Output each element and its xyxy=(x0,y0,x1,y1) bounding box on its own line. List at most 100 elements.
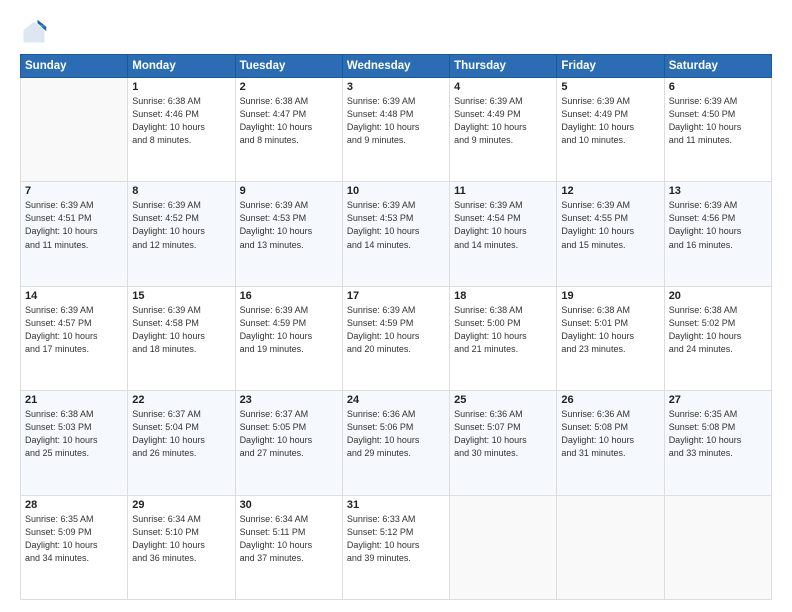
day-number: 2 xyxy=(240,81,338,93)
day-info: Sunrise: 6:35 AM Sunset: 5:08 PM Dayligh… xyxy=(669,408,767,460)
day-number: 12 xyxy=(561,185,659,197)
day-cell: 30Sunrise: 6:34 AM Sunset: 5:11 PM Dayli… xyxy=(235,495,342,599)
day-info: Sunrise: 6:39 AM Sunset: 4:49 PM Dayligh… xyxy=(454,95,552,147)
day-info: Sunrise: 6:38 AM Sunset: 5:00 PM Dayligh… xyxy=(454,304,552,356)
day-number: 4 xyxy=(454,81,552,93)
day-number: 28 xyxy=(25,499,123,511)
day-info: Sunrise: 6:39 AM Sunset: 4:50 PM Dayligh… xyxy=(669,95,767,147)
day-info: Sunrise: 6:38 AM Sunset: 4:46 PM Dayligh… xyxy=(132,95,230,147)
day-cell: 13Sunrise: 6:39 AM Sunset: 4:56 PM Dayli… xyxy=(664,182,771,286)
col-header-friday: Friday xyxy=(557,55,664,78)
calendar-table: SundayMondayTuesdayWednesdayThursdayFrid… xyxy=(20,54,772,600)
day-cell: 28 Sunrise: 6:35 AM Sunset: 5:09 PM Dayli… xyxy=(21,495,128,599)
day-info: Sunrise: 6:39 AM Sunset: 4:57 PM Dayligh… xyxy=(25,304,123,356)
day-info: Sunrise: 6:35 AM Sunset: 5:09 PM Dayligh… xyxy=(25,513,123,565)
day-cell: 3 Sunrise: 6:39 AM Sunset: 4:48 PM Daylig… xyxy=(342,78,449,182)
week-row-3: 14 Sunrise: 6:39 AM Sunset: 4:57 PM Dayli… xyxy=(21,286,772,390)
day-cell: 17 Sunrise: 6:39 AM Sunset: 4:59 PM Dayli… xyxy=(342,286,449,390)
week-row-4: 21 Sunrise: 6:38 AM Sunset: 5:03 PM Dayli… xyxy=(21,391,772,495)
day-number: 23 xyxy=(240,394,338,406)
day-cell: 20 Sunrise: 6:38 AM Sunset: 5:02 PM Dayli… xyxy=(664,286,771,390)
day-info: Sunrise: 6:39 AM Sunset: 4:54 PM Dayligh… xyxy=(454,199,552,251)
day-cell xyxy=(21,78,128,182)
day-number: 8 xyxy=(132,185,230,197)
day-number: 17 xyxy=(347,290,445,302)
day-number: 7 xyxy=(25,185,123,197)
day-number: 1 xyxy=(132,81,230,93)
logo xyxy=(20,18,52,46)
day-info: Sunrise: 6:33 AM Sunset: 5:12 PM Dayligh… xyxy=(347,513,445,565)
day-number: 15 xyxy=(132,290,230,302)
day-info: Sunrise: 6:39 AM Sunset: 4:55 PM Dayligh… xyxy=(561,199,659,251)
header xyxy=(20,18,772,46)
day-info: Sunrise: 6:38 AM Sunset: 5:02 PM Dayligh… xyxy=(669,304,767,356)
col-header-thursday: Thursday xyxy=(450,55,557,78)
day-cell: 22 Sunrise: 6:37 AM Sunset: 5:04 PM Dayli… xyxy=(128,391,235,495)
day-cell: 7 Sunrise: 6:39 AM Sunset: 4:51 PM Daylig… xyxy=(21,182,128,286)
day-cell: 31 Sunrise: 6:33 AM Sunset: 5:12 PM Dayli… xyxy=(342,495,449,599)
day-info: Sunrise: 6:39 AM Sunset: 4:49 PM Dayligh… xyxy=(561,95,659,147)
day-info: Sunrise: 6:39 AM Sunset: 4:52 PM Dayligh… xyxy=(132,199,230,251)
day-info: Sunrise: 6:39 AM Sunset: 4:56 PM Dayligh… xyxy=(669,199,767,251)
day-cell: 16 Sunrise: 6:39 AM Sunset: 4:59 PM Dayli… xyxy=(235,286,342,390)
day-cell xyxy=(664,495,771,599)
day-number: 14 xyxy=(25,290,123,302)
day-cell: 8 Sunrise: 6:39 AM Sunset: 4:52 PM Daylig… xyxy=(128,182,235,286)
day-info: Sunrise: 6:39 AM Sunset: 4:51 PM Dayligh… xyxy=(25,199,123,251)
day-cell: 4 Sunrise: 6:39 AM Sunset: 4:49 PM Daylig… xyxy=(450,78,557,182)
day-cell: 9 Sunrise: 6:39 AM Sunset: 4:53 PM Daylig… xyxy=(235,182,342,286)
day-cell xyxy=(557,495,664,599)
day-number: 27 xyxy=(669,394,767,406)
day-info: Sunrise: 6:36 AM Sunset: 5:07 PM Dayligh… xyxy=(454,408,552,460)
day-info: Sunrise: 6:39 AM Sunset: 4:48 PM Dayligh… xyxy=(347,95,445,147)
header-row: SundayMondayTuesdayWednesdayThursdayFrid… xyxy=(21,55,772,78)
day-cell: 5Sunrise: 6:39 AM Sunset: 4:49 PM Daylig… xyxy=(557,78,664,182)
day-number: 29 xyxy=(132,499,230,511)
day-cell: 15Sunrise: 6:39 AM Sunset: 4:58 PM Dayli… xyxy=(128,286,235,390)
day-cell: 25Sunrise: 6:36 AM Sunset: 5:07 PM Dayli… xyxy=(450,391,557,495)
day-number: 20 xyxy=(669,290,767,302)
day-info: Sunrise: 6:39 AM Sunset: 4:53 PM Dayligh… xyxy=(240,199,338,251)
day-info: Sunrise: 6:34 AM Sunset: 5:11 PM Dayligh… xyxy=(240,513,338,565)
day-info: Sunrise: 6:39 AM Sunset: 4:59 PM Dayligh… xyxy=(240,304,338,356)
day-cell: 23 Sunrise: 6:37 AM Sunset: 5:05 PM Dayli… xyxy=(235,391,342,495)
logo-icon xyxy=(20,18,48,46)
day-number: 22 xyxy=(132,394,230,406)
day-info: Sunrise: 6:36 AM Sunset: 5:08 PM Dayligh… xyxy=(561,408,659,460)
day-cell: 19Sunrise: 6:38 AM Sunset: 5:01 PM Dayli… xyxy=(557,286,664,390)
day-cell xyxy=(450,495,557,599)
day-info: Sunrise: 6:34 AM Sunset: 5:10 PM Dayligh… xyxy=(132,513,230,565)
day-number: 10 xyxy=(347,185,445,197)
week-row-5: 28 Sunrise: 6:35 AM Sunset: 5:09 PM Dayli… xyxy=(21,495,772,599)
day-cell: 10 Sunrise: 6:39 AM Sunset: 4:53 PM Dayli… xyxy=(342,182,449,286)
day-info: Sunrise: 6:39 AM Sunset: 4:59 PM Dayligh… xyxy=(347,304,445,356)
day-info: Sunrise: 6:38 AM Sunset: 5:03 PM Dayligh… xyxy=(25,408,123,460)
day-cell: 24Sunrise: 6:36 AM Sunset: 5:06 PM Dayli… xyxy=(342,391,449,495)
day-cell: 27 Sunrise: 6:35 AM Sunset: 5:08 PM Dayli… xyxy=(664,391,771,495)
day-cell: 14 Sunrise: 6:39 AM Sunset: 4:57 PM Dayli… xyxy=(21,286,128,390)
day-number: 3 xyxy=(347,81,445,93)
week-row-1: 1 Sunrise: 6:38 AM Sunset: 4:46 PM Daylig… xyxy=(21,78,772,182)
day-cell: 6 Sunrise: 6:39 AM Sunset: 4:50 PM Daylig… xyxy=(664,78,771,182)
day-cell: 21 Sunrise: 6:38 AM Sunset: 5:03 PM Dayli… xyxy=(21,391,128,495)
day-number: 24 xyxy=(347,394,445,406)
col-header-sunday: Sunday xyxy=(21,55,128,78)
day-number: 21 xyxy=(25,394,123,406)
col-header-tuesday: Tuesday xyxy=(235,55,342,78)
day-number: 6 xyxy=(669,81,767,93)
day-number: 31 xyxy=(347,499,445,511)
col-header-monday: Monday xyxy=(128,55,235,78)
day-cell: 18 Sunrise: 6:38 AM Sunset: 5:00 PM Dayli… xyxy=(450,286,557,390)
day-info: Sunrise: 6:37 AM Sunset: 5:05 PM Dayligh… xyxy=(240,408,338,460)
day-number: 26 xyxy=(561,394,659,406)
col-header-saturday: Saturday xyxy=(664,55,771,78)
day-cell: 12 Sunrise: 6:39 AM Sunset: 4:55 PM Dayli… xyxy=(557,182,664,286)
week-row-2: 7 Sunrise: 6:39 AM Sunset: 4:51 PM Daylig… xyxy=(21,182,772,286)
day-info: Sunrise: 6:39 AM Sunset: 4:53 PM Dayligh… xyxy=(347,199,445,251)
day-info: Sunrise: 6:37 AM Sunset: 5:04 PM Dayligh… xyxy=(132,408,230,460)
day-number: 9 xyxy=(240,185,338,197)
day-cell: 11Sunrise: 6:39 AM Sunset: 4:54 PM Dayli… xyxy=(450,182,557,286)
day-cell: 1 Sunrise: 6:38 AM Sunset: 4:46 PM Daylig… xyxy=(128,78,235,182)
day-number: 16 xyxy=(240,290,338,302)
day-number: 18 xyxy=(454,290,552,302)
